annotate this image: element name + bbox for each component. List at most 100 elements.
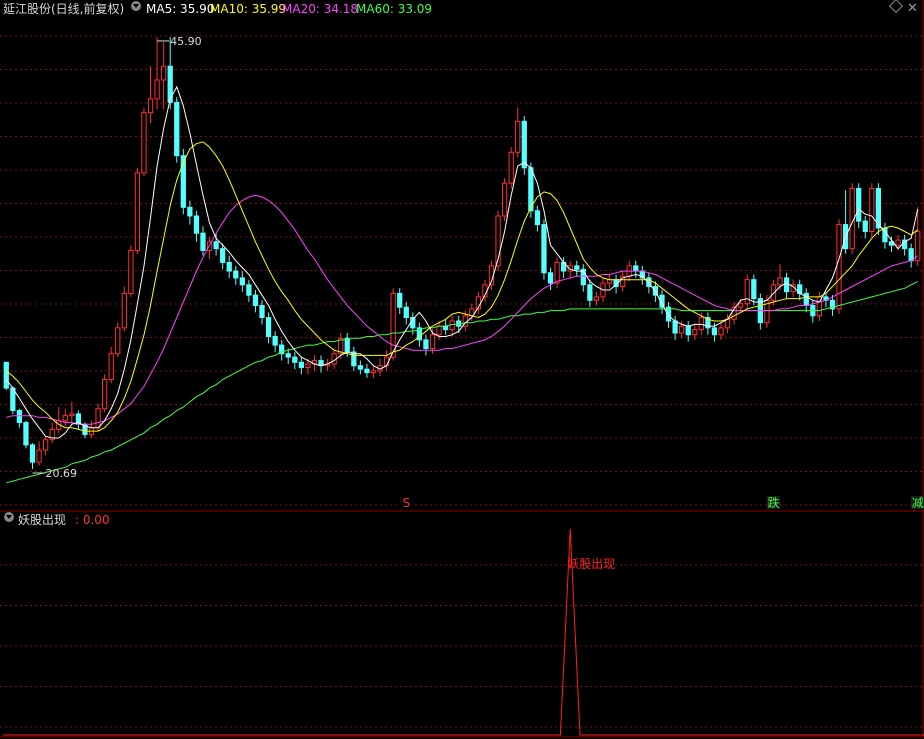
ma20-line [6, 194, 919, 425]
candle-body [272, 335, 278, 346]
diamond-icon[interactable] [888, 0, 904, 14]
candle-body [593, 296, 600, 301]
kline-chart[interactable]: 45.9020.69S跌财榜减妖股出现妖股出现 [0, 0, 924, 739]
candle-body [567, 265, 573, 272]
candle-body [69, 413, 75, 417]
candle-body [423, 339, 429, 350]
ma60-line [6, 280, 918, 484]
candle-body [102, 379, 108, 410]
candle-body [200, 232, 206, 251]
candle-body [226, 261, 232, 272]
candle-body [305, 363, 311, 368]
candle-body [777, 277, 783, 286]
candle-body [718, 327, 724, 336]
candle-body [42, 439, 49, 451]
candle-body [285, 353, 291, 358]
close-icon[interactable]: ✕ [907, 1, 918, 17]
signal-label: 妖股出现 [567, 557, 615, 571]
indicator-name[interactable]: 妖股出现 [18, 512, 66, 528]
candle-body [298, 361, 304, 368]
candle-body [692, 329, 698, 336]
ma5-label: MA5: 35.90 [146, 2, 215, 16]
candle-body [364, 368, 370, 374]
candle-body [370, 370, 377, 374]
candle-body [679, 325, 685, 334]
candle-body [16, 409, 23, 424]
indicator-value: : 0.00 [75, 513, 110, 527]
candle-body [501, 182, 508, 217]
candle-body [36, 449, 42, 463]
stock-title[interactable]: 延江股份(日线,前复权) [3, 1, 124, 17]
candle-body [187, 206, 193, 217]
candle-body [213, 241, 219, 250]
candle-body [711, 327, 718, 336]
candle-body [738, 303, 744, 308]
candle-body [108, 353, 114, 380]
candle-body [521, 120, 527, 169]
candle-body [895, 239, 901, 246]
candle-body [292, 356, 298, 363]
candle-body [856, 187, 862, 222]
candle-body [121, 292, 127, 329]
candle-body [128, 249, 134, 294]
candle-body [23, 422, 29, 446]
candle-body [403, 306, 409, 319]
candle-body [62, 415, 68, 422]
candle-body [29, 444, 36, 463]
ma-settings-icon[interactable] [131, 1, 141, 11]
candle-body [672, 320, 678, 334]
candle-body [574, 265, 580, 270]
candle-body [390, 292, 396, 358]
candle-body [685, 325, 691, 336]
candle-body [908, 248, 914, 262]
candle-body [836, 224, 842, 310]
candle-body [397, 292, 403, 308]
candle-body [541, 224, 547, 274]
candle-body [587, 284, 593, 301]
candle-body [3, 361, 9, 389]
indicator-line [3, 528, 924, 736]
candle-body [239, 277, 245, 286]
candle-body [10, 387, 16, 411]
candle-body [803, 292, 809, 306]
candle-body [698, 317, 704, 331]
candle-body [174, 101, 180, 157]
candle-body [265, 317, 272, 337]
candle-body [436, 325, 442, 336]
candle-body [193, 215, 200, 234]
event-marker: 跌 [767, 495, 779, 510]
candle-body [442, 325, 449, 331]
candle-body [357, 365, 363, 370]
candle-body [547, 272, 554, 284]
candle-body [783, 277, 790, 293]
candle-body [147, 98, 154, 114]
candle-body [259, 304, 265, 319]
main-header: 延江股份(日线,前复权) MA5: 35.90 MA10: 35.99 MA20… [0, 0, 924, 18]
candle-body [252, 294, 259, 306]
candle-body [869, 187, 875, 232]
event-marker: S [402, 496, 410, 510]
ma10-label: MA10: 35.99 [210, 2, 287, 16]
candle-body [554, 261, 560, 284]
ma20-label: MA20: 34.18 [282, 2, 359, 16]
min-price-label: 20.69 [46, 467, 78, 480]
candle-body [246, 284, 252, 296]
max-price-label: 45.90 [170, 35, 202, 48]
candle-body [233, 270, 239, 279]
candle-body [633, 265, 639, 272]
candle-body [744, 279, 750, 305]
candle-body [220, 248, 226, 263]
ma60-label: MA60: 33.09 [356, 2, 433, 16]
candle-body [134, 172, 141, 251]
candle-body [115, 327, 121, 355]
candle-body [515, 120, 521, 153]
candle-body [751, 279, 757, 300]
event-marker: 减 [912, 496, 924, 510]
candle-body [534, 210, 541, 226]
indicator-settings-icon[interactable] [4, 512, 14, 522]
candle-body [95, 408, 101, 429]
candle-body [508, 151, 514, 184]
candle-body [154, 79, 160, 100]
candle-body [161, 65, 167, 81]
candle-body [141, 112, 147, 174]
